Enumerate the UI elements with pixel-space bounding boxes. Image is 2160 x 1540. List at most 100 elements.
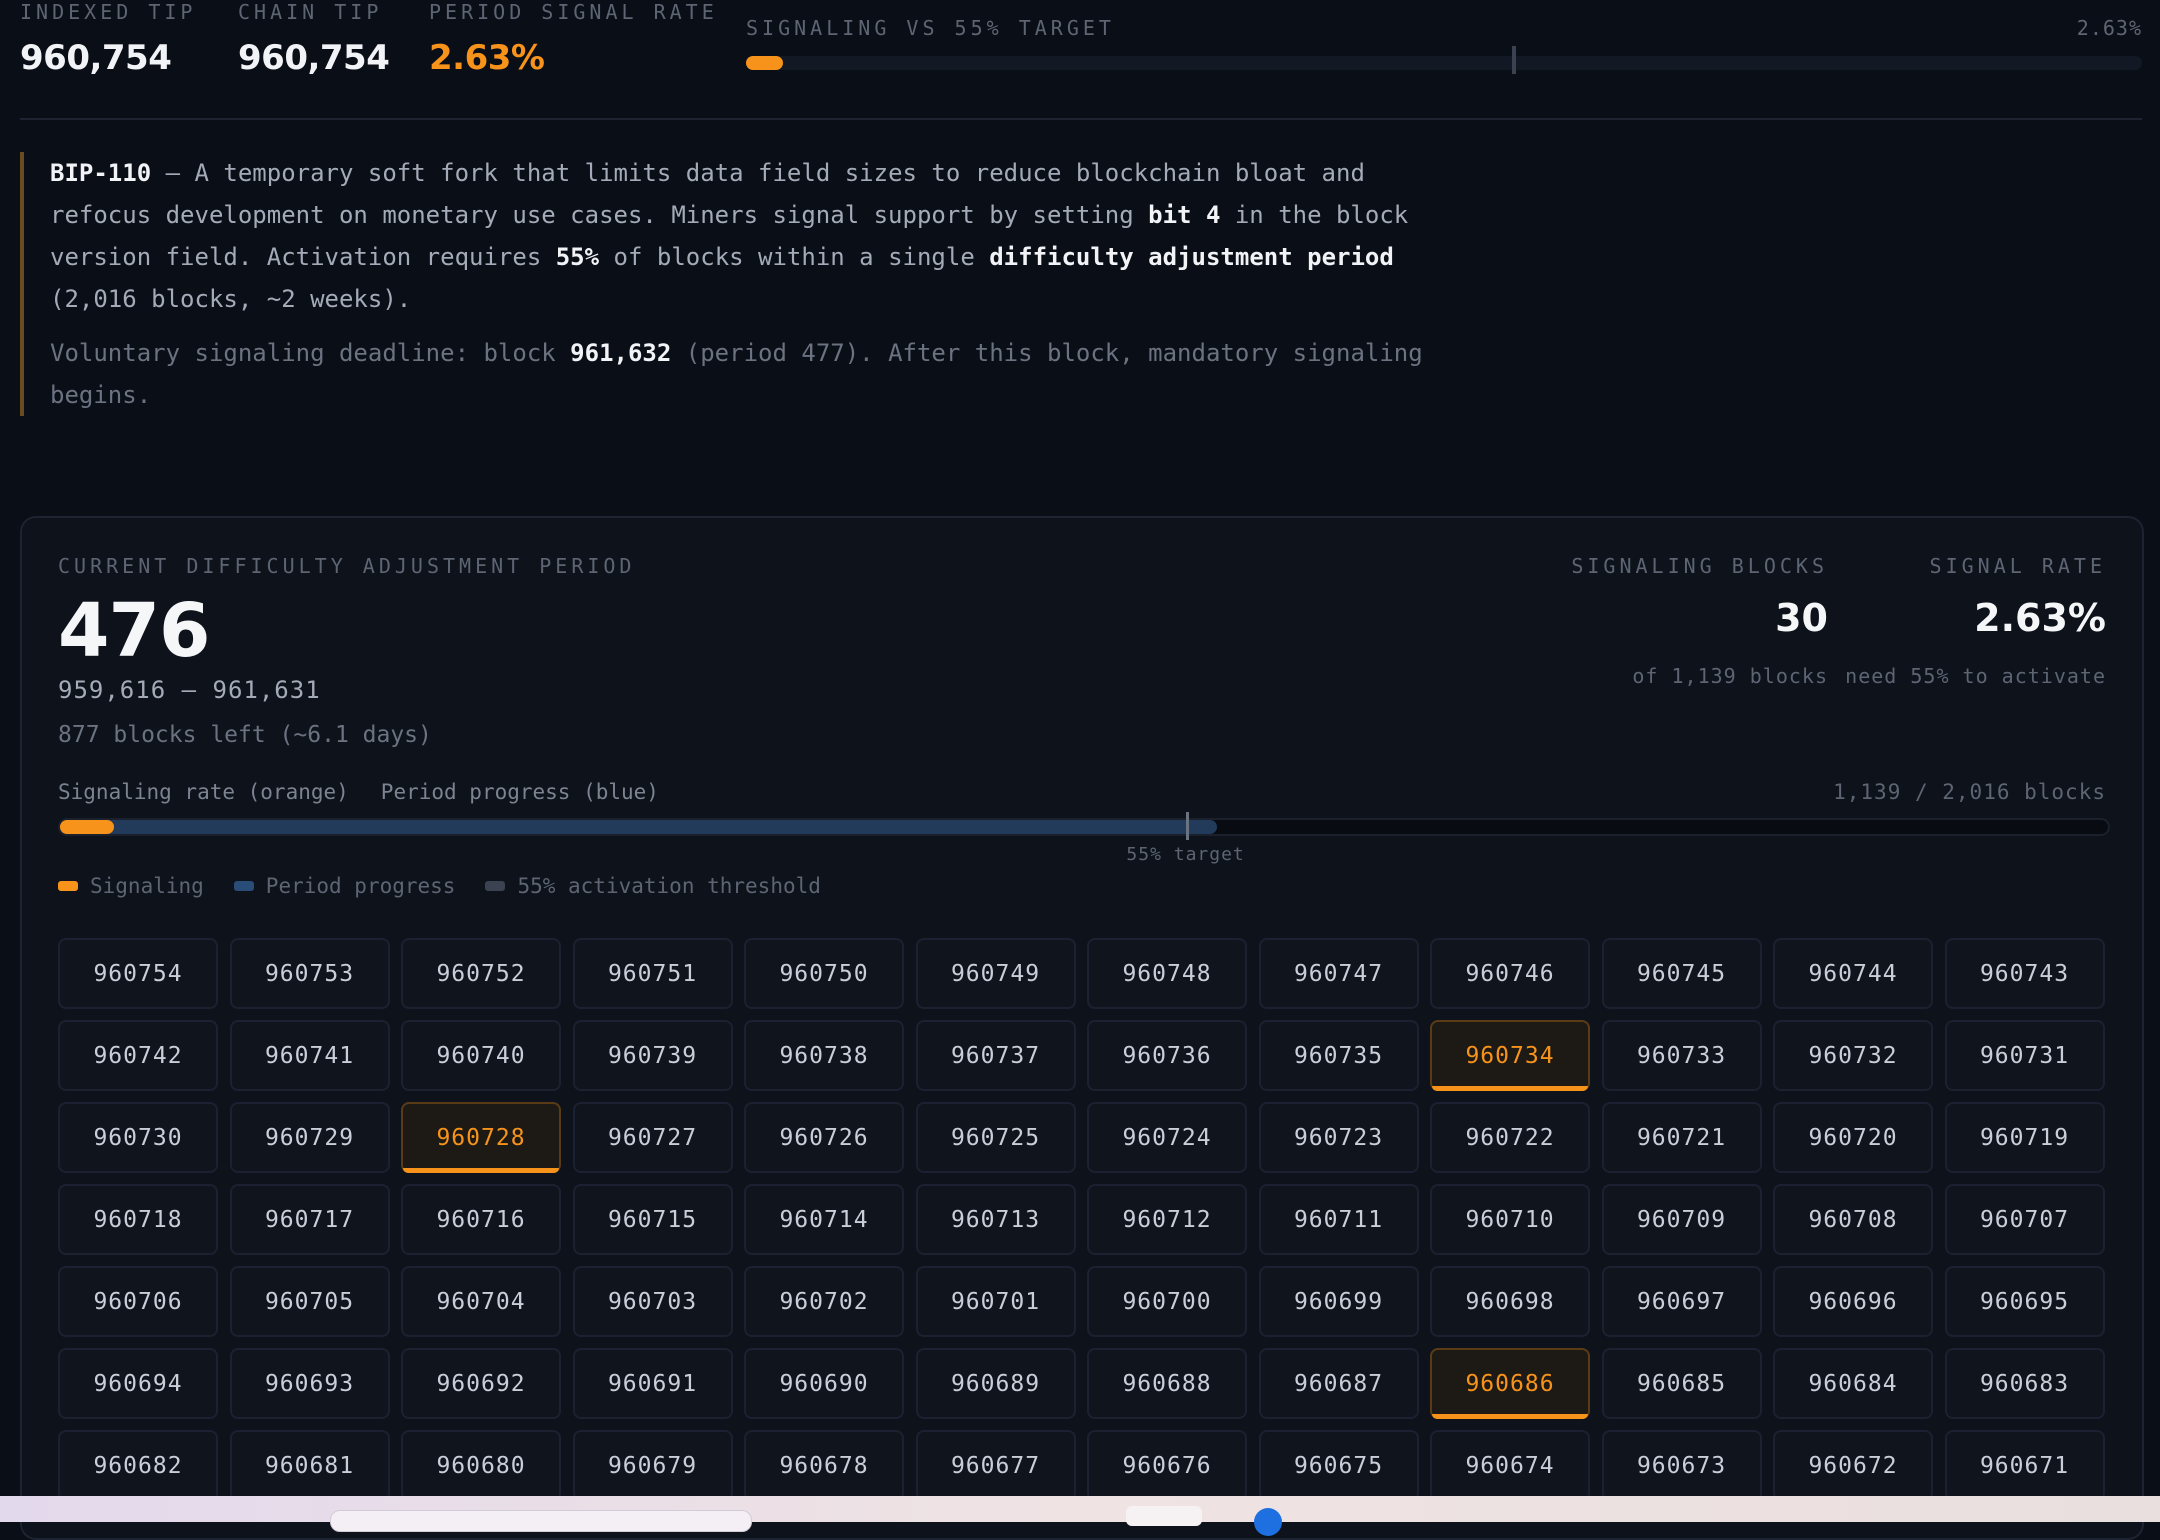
- block-cell[interactable]: 960714: [744, 1184, 904, 1255]
- block-cell[interactable]: 960752: [401, 938, 561, 1009]
- block-cell[interactable]: 960671: [1944, 1430, 2105, 1501]
- block-cell[interactable]: 960746: [1430, 938, 1590, 1009]
- block-cell[interactable]: 960736: [1087, 1020, 1247, 1091]
- signal-rate-value: 2.63%: [1974, 596, 2106, 640]
- block-cell[interactable]: 960696: [1773, 1266, 1933, 1337]
- block-cell[interactable]: 960726: [744, 1102, 904, 1173]
- block-cell[interactable]: 960702: [744, 1266, 904, 1337]
- block-cell[interactable]: 960747: [1258, 938, 1419, 1009]
- block-cell[interactable]: 960683: [1944, 1348, 2105, 1419]
- block-cell[interactable]: 960717: [229, 1184, 390, 1255]
- block-cell[interactable]: 960679: [572, 1430, 733, 1501]
- block-cell[interactable]: 960688: [1087, 1348, 1247, 1419]
- block-cell[interactable]: 960706: [58, 1266, 218, 1337]
- block-cell[interactable]: 960730: [58, 1102, 218, 1173]
- block-cell[interactable]: 960738: [744, 1020, 904, 1091]
- block-cell[interactable]: 960684: [1773, 1348, 1933, 1419]
- block-cell[interactable]: 960753: [229, 938, 390, 1009]
- block-cell[interactable]: 960729: [229, 1102, 390, 1173]
- taskbar-app-icon[interactable]: [1254, 1508, 1282, 1536]
- block-cell[interactable]: 960674: [1430, 1430, 1590, 1501]
- block-cell[interactable]: 960741: [229, 1020, 390, 1091]
- block-cell[interactable]: 960723: [1258, 1102, 1419, 1173]
- legend-threshold-label: 55% activation threshold: [517, 874, 821, 898]
- signaling-blocks-value: 30: [1775, 596, 1828, 640]
- block-cell[interactable]: 960743: [1944, 938, 2105, 1009]
- block-cell[interactable]: 960700: [1087, 1266, 1247, 1337]
- block-cell[interactable]: 960719: [1944, 1102, 2105, 1173]
- block-cell[interactable]: 960690: [744, 1348, 904, 1419]
- block-cell[interactable]: 960709: [1601, 1184, 1762, 1255]
- block-cell[interactable]: 960701: [915, 1266, 1076, 1337]
- block-cell[interactable]: 960678: [744, 1430, 904, 1501]
- block-cell[interactable]: 960745: [1601, 938, 1762, 1009]
- block-cell[interactable]: 960737: [915, 1020, 1076, 1091]
- block-cell[interactable]: 960673: [1601, 1430, 1762, 1501]
- block-cell[interactable]: 960685: [1601, 1348, 1762, 1419]
- bip-description: BIP-110 — A temporary soft fork that lim…: [50, 152, 1450, 320]
- block-cell[interactable]: 960721: [1601, 1102, 1762, 1173]
- block-cell[interactable]: 960749: [915, 938, 1076, 1009]
- block-cell[interactable]: 960691: [572, 1348, 733, 1419]
- taskbar-app[interactable]: [1126, 1506, 1202, 1526]
- signaling-blocks-label: SIGNALING BLOCKS: [1571, 554, 1828, 578]
- block-cell[interactable]: 960754: [58, 938, 218, 1009]
- block-cell[interactable]: 960703: [572, 1266, 733, 1337]
- block-cell[interactable]: 960713: [915, 1184, 1076, 1255]
- block-cell[interactable]: 960732: [1773, 1020, 1933, 1091]
- block-cell[interactable]: 960699: [1258, 1266, 1419, 1337]
- block-cell[interactable]: 960724: [1087, 1102, 1247, 1173]
- signaling-target-label: SIGNALING VS 55% TARGET: [746, 16, 1115, 40]
- bip-dap: difficulty adjustment period: [989, 243, 1394, 271]
- block-cell[interactable]: 960735: [1258, 1020, 1419, 1091]
- block-cell[interactable]: 960711: [1258, 1184, 1419, 1255]
- period-progress-bar: [58, 812, 2110, 840]
- block-cell[interactable]: 960722: [1430, 1102, 1590, 1173]
- block-cell[interactable]: 960716: [401, 1184, 561, 1255]
- legend-progress-swatch: [233, 881, 254, 891]
- block-cell[interactable]: 960705: [229, 1266, 390, 1337]
- block-cell[interactable]: 960698: [1430, 1266, 1590, 1337]
- block-cell[interactable]: 960695: [1944, 1266, 2105, 1337]
- taskbar-search[interactable]: [330, 1510, 752, 1532]
- block-cell[interactable]: 960672: [1773, 1430, 1933, 1501]
- block-cell[interactable]: 960693: [229, 1348, 390, 1419]
- period-signal-rate-value: 2.63%: [429, 38, 545, 78]
- block-cell[interactable]: 960739: [572, 1020, 733, 1091]
- block-cell[interactable]: 960740: [401, 1020, 561, 1091]
- taskbar: [0, 1496, 2160, 1536]
- block-cell[interactable]: 960704: [401, 1266, 561, 1337]
- block-cell[interactable]: 960750: [744, 938, 904, 1009]
- block-cell-signaling[interactable]: 960728: [401, 1102, 561, 1173]
- signal-rate-stat: SIGNAL RATE 2.63% need 55% to activate: [1845, 554, 2106, 688]
- block-cell[interactable]: 960675: [1258, 1430, 1419, 1501]
- block-cell[interactable]: 960677: [915, 1430, 1076, 1501]
- block-cell[interactable]: 960742: [58, 1020, 218, 1091]
- block-cell[interactable]: 960720: [1773, 1102, 1933, 1173]
- block-cell[interactable]: 960692: [401, 1348, 561, 1419]
- block-cell[interactable]: 960697: [1601, 1266, 1762, 1337]
- block-cell[interactable]: 960733: [1601, 1020, 1762, 1091]
- block-cell[interactable]: 960718: [58, 1184, 218, 1255]
- block-cell[interactable]: 960744: [1773, 938, 1933, 1009]
- block-cell[interactable]: 960681: [229, 1430, 390, 1501]
- block-cell[interactable]: 960712: [1087, 1184, 1247, 1255]
- block-cell[interactable]: 960680: [401, 1430, 561, 1501]
- block-cell[interactable]: 960715: [572, 1184, 733, 1255]
- block-cell[interactable]: 960708: [1773, 1184, 1933, 1255]
- block-cell[interactable]: 960748: [1087, 938, 1247, 1009]
- block-cell[interactable]: 960727: [572, 1102, 733, 1173]
- block-cell[interactable]: 960725: [915, 1102, 1076, 1173]
- legend-signaling-swatch: [58, 881, 78, 891]
- block-cell[interactable]: 960689: [915, 1348, 1076, 1419]
- block-cell-signaling[interactable]: 960686: [1430, 1348, 1590, 1419]
- block-cell[interactable]: 960687: [1258, 1348, 1419, 1419]
- block-cell[interactable]: 960707: [1944, 1184, 2105, 1255]
- block-cell[interactable]: 960676: [1087, 1430, 1247, 1501]
- block-cell[interactable]: 960694: [58, 1348, 218, 1419]
- block-cell[interactable]: 960682: [58, 1430, 218, 1501]
- block-cell[interactable]: 960710: [1430, 1184, 1590, 1255]
- block-cell-signaling[interactable]: 960734: [1430, 1020, 1590, 1091]
- block-cell[interactable]: 960731: [1944, 1020, 2105, 1091]
- block-cell[interactable]: 960751: [572, 938, 733, 1009]
